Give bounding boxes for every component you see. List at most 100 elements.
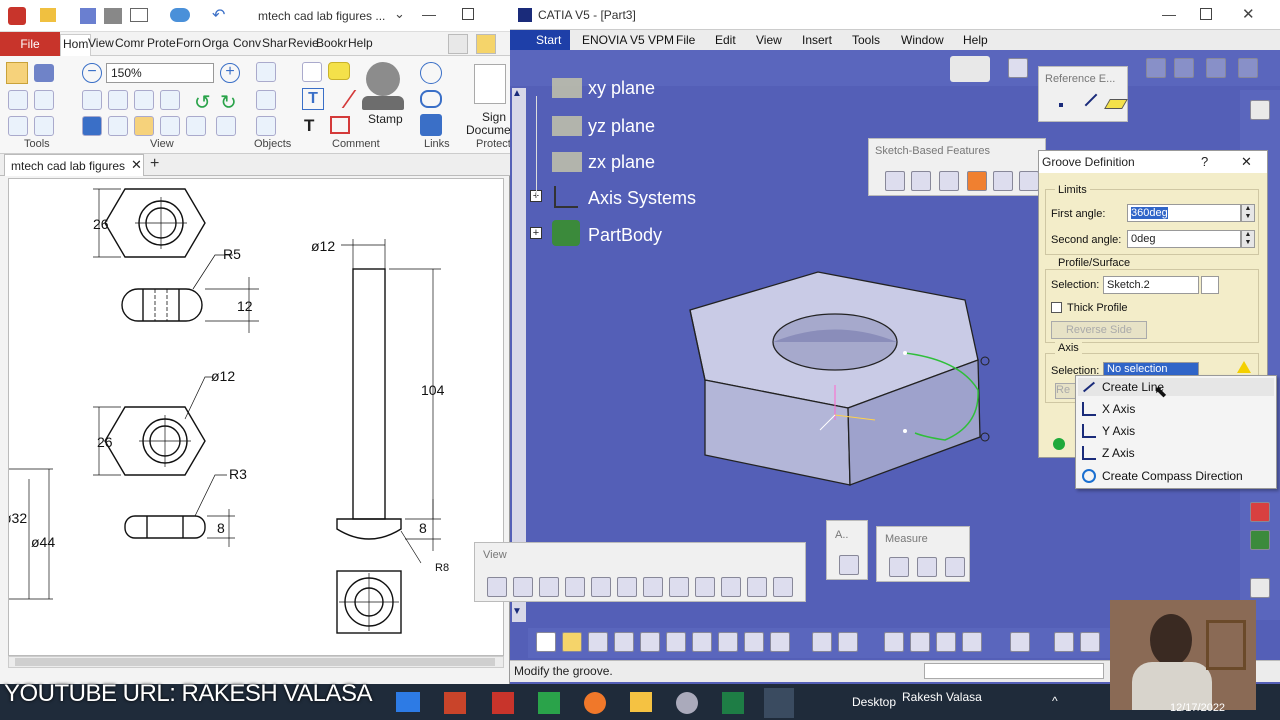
snapshot-icon[interactable]	[34, 64, 54, 82]
first-angle-spinner[interactable]: ▲ ▼	[1241, 204, 1255, 222]
knowledge-icon[interactable]	[838, 632, 858, 652]
tab-convert[interactable]: Conv	[233, 36, 261, 50]
add-field-icon[interactable]	[256, 90, 276, 110]
menu-file[interactable]: File	[676, 33, 695, 47]
close-dialog-button[interactable]: ✕	[1241, 154, 1252, 170]
x-axis-item[interactable]: X Axis	[1102, 402, 1135, 416]
pocket-icon[interactable]	[911, 171, 931, 191]
menu-edit[interactable]: Edit	[715, 33, 736, 47]
rectangle-tool-icon[interactable]	[330, 116, 350, 134]
tab-bookmark[interactable]: Bookr	[316, 36, 347, 50]
line-tool-icon[interactable]	[325, 90, 357, 108]
mail-app-icon[interactable]	[396, 692, 420, 712]
layers-icon[interactable]	[1174, 58, 1194, 78]
hand-tool-icon[interactable]	[6, 62, 28, 84]
menu-window[interactable]: Window	[901, 33, 944, 47]
document-tab[interactable]: mtech cad lab figures ✕	[4, 154, 144, 176]
first-angle-input[interactable]: 360deg	[1127, 204, 1241, 222]
object-select-icon[interactable]	[256, 116, 276, 136]
note-icon[interactable]	[134, 116, 154, 136]
scroll-thumb[interactable]	[15, 658, 495, 666]
catia-minimize-button[interactable]: —	[1162, 6, 1176, 22]
sign-document-icon[interactable]	[474, 64, 506, 104]
sign-label[interactable]: Sign	[482, 110, 506, 124]
pages-icon[interactable]	[108, 116, 128, 136]
axis-icon[interactable]	[910, 632, 930, 652]
measure-item-icon[interactable]	[917, 557, 937, 577]
measure-between-icon[interactable]	[889, 557, 909, 577]
sketch-edit-icon[interactable]	[1201, 276, 1219, 294]
globe-link-icon[interactable]	[420, 62, 442, 84]
shading-icon[interactable]	[721, 577, 741, 597]
ok-indicator-icon[interactable]	[1053, 438, 1065, 450]
stamp-label[interactable]: Stamp	[368, 112, 403, 126]
tree-zx-plane[interactable]: zx plane	[588, 152, 655, 173]
select-area-icon[interactable]	[8, 116, 28, 136]
group-icon[interactable]	[1206, 58, 1226, 78]
firefox-icon[interactable]	[584, 692, 606, 714]
whats-this-icon[interactable]	[770, 632, 790, 652]
edit-icon[interactable]	[1238, 58, 1258, 78]
save-file-icon[interactable]	[588, 632, 608, 652]
stamp-icon[interactable]	[366, 62, 400, 96]
hide-show-icon[interactable]	[747, 577, 767, 597]
actual-size-icon[interactable]	[160, 90, 180, 110]
menu-view[interactable]: View	[756, 33, 782, 47]
tab-protect[interactable]: Prote	[147, 36, 176, 50]
powerpoint-icon[interactable]	[444, 692, 466, 714]
tab-share[interactable]: Shar	[262, 36, 287, 50]
tab-home[interactable]: Hom	[60, 34, 92, 56]
settings-icon[interactable]	[216, 116, 236, 136]
groove-icon[interactable]	[967, 171, 987, 191]
copy-icon[interactable]	[666, 632, 686, 652]
menu-help[interactable]: Help	[963, 33, 988, 47]
maximize-button[interactable]	[462, 8, 474, 20]
tree-axis-systems[interactable]: Axis Systems	[588, 188, 696, 209]
open-folder-icon[interactable]	[40, 8, 56, 22]
minimize-button[interactable]: —	[422, 6, 436, 22]
undo-3d-icon[interactable]	[718, 632, 738, 652]
notepad-icon[interactable]	[538, 692, 560, 714]
analysis-icon[interactable]	[839, 555, 859, 575]
z-axis-item[interactable]: Z Axis	[1102, 446, 1135, 460]
tab-help[interactable]: Help	[348, 36, 373, 50]
axis-selection-input[interactable]: No selection	[1103, 362, 1199, 376]
new-file-icon[interactable]	[536, 632, 556, 652]
sign-label-2[interactable]: Docume	[466, 123, 511, 137]
swap-space-icon[interactable]	[773, 577, 793, 597]
fit-visible-icon[interactable]	[134, 90, 154, 110]
tree-xy-plane[interactable]: xy plane	[588, 78, 655, 99]
redo-3d-icon[interactable]	[744, 632, 764, 652]
fit-page-icon[interactable]	[82, 90, 102, 110]
tray-chevron-icon[interactable]: ^	[1052, 694, 1058, 708]
compass-icon[interactable]	[1080, 632, 1100, 652]
menu-start[interactable]: Start	[536, 33, 561, 47]
menu-tools[interactable]: Tools	[852, 33, 880, 47]
fly-mode-icon[interactable]	[487, 577, 507, 597]
iso-view-icon[interactable]	[695, 577, 715, 597]
catalog-icon[interactable]	[1250, 578, 1270, 598]
plane-icon[interactable]	[1104, 99, 1128, 109]
normal-view-icon[interactable]	[643, 577, 663, 597]
scroll-down-icon[interactable]: ▼	[512, 606, 522, 617]
tab-form[interactable]: Forn	[176, 36, 201, 50]
fit-all-icon[interactable]	[513, 577, 533, 597]
scroll-up-icon[interactable]: ▲	[512, 88, 522, 99]
fit-width-icon[interactable]	[108, 90, 128, 110]
formula-icon[interactable]	[812, 632, 832, 652]
axis-systems-icon[interactable]	[554, 186, 578, 208]
second-angle-spinner[interactable]: ▲ ▼	[1241, 230, 1255, 248]
email-icon[interactable]	[130, 8, 148, 22]
zoom-in-3d-icon[interactable]	[591, 577, 611, 597]
undo-icon[interactable]: ↶	[212, 5, 225, 25]
close-tab-icon[interactable]: ✕	[131, 157, 142, 173]
tree-yz-plane[interactable]: yz plane	[588, 116, 655, 137]
chain-link-icon[interactable]	[420, 90, 442, 108]
menu-enovia[interactable]: ENOVIA V5 VPM	[582, 33, 674, 47]
pan-icon[interactable]	[539, 577, 559, 597]
reverse-side-button[interactable]: Reverse Side	[1051, 321, 1147, 339]
menu-insert[interactable]: Insert	[802, 33, 832, 47]
print-icon[interactable]	[104, 8, 122, 24]
color-icon[interactable]	[1250, 502, 1270, 522]
power-input-field[interactable]	[924, 663, 1104, 679]
